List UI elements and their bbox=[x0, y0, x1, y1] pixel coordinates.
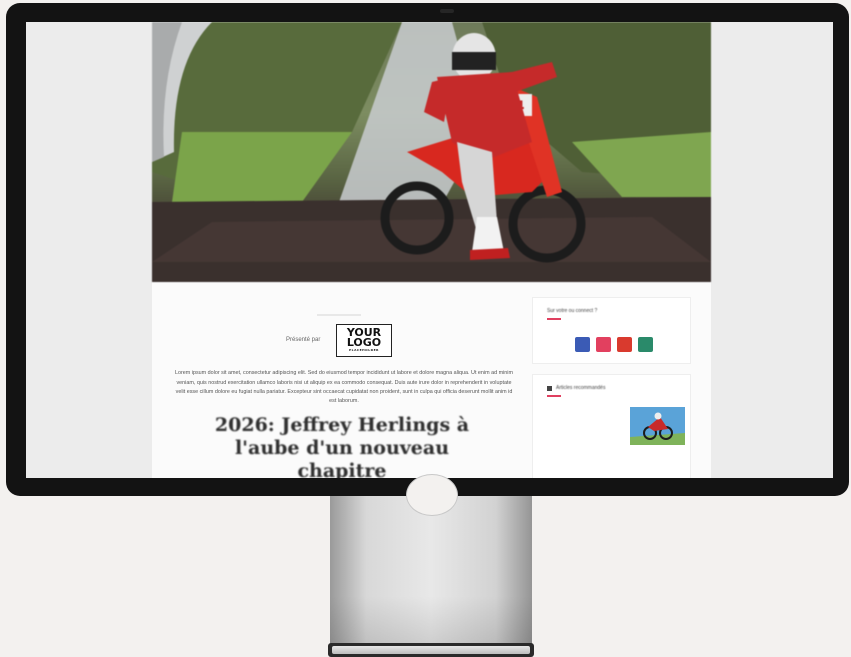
recommended-title: Articles recommandés bbox=[556, 385, 606, 391]
accent-underline bbox=[547, 395, 561, 397]
stand-cable-hole bbox=[406, 474, 458, 516]
motocross-rider-image: 84 bbox=[152, 22, 711, 282]
web-page: 84 Présenté par YOUR LOGO PLACEH bbox=[152, 22, 711, 478]
monitor-base-plate bbox=[332, 646, 530, 654]
intro-paragraph: Lorem ipsum dolor sit amet, consectetur … bbox=[175, 370, 513, 404]
list-icon bbox=[547, 386, 552, 391]
social-card: Sur votre ou connect ? bbox=[532, 297, 691, 364]
monitor-frame: 84 Présenté par YOUR LOGO PLACEH bbox=[6, 3, 849, 496]
camera-dot bbox=[440, 9, 454, 13]
recommended-article-date bbox=[547, 439, 548, 444]
monitor-base bbox=[328, 643, 534, 657]
youtube-icon[interactable] bbox=[617, 337, 632, 352]
rider-thumbnail-image bbox=[630, 407, 685, 445]
recommended-article-title[interactable] bbox=[547, 407, 615, 415]
logo-text-placeholder: PLACEHOLDER bbox=[348, 348, 379, 352]
accent-underline bbox=[547, 318, 561, 320]
divider bbox=[317, 314, 361, 316]
monitor-screen: 84 Présenté par YOUR LOGO PLACEH bbox=[26, 22, 833, 478]
hero-photo: 84 bbox=[152, 22, 711, 282]
monitor-stand bbox=[330, 474, 532, 648]
share-icon[interactable] bbox=[638, 337, 653, 352]
social-card-title: Sur votre ou connect ? bbox=[547, 308, 598, 314]
sponsor-logo[interactable]: YOUR LOGO PLACEHOLDER bbox=[336, 324, 392, 357]
logo-text-logo: LOGO bbox=[346, 336, 382, 349]
article-subtitle bbox=[174, 469, 514, 475]
recommended-article-excerpt bbox=[547, 453, 685, 460]
facebook-icon[interactable] bbox=[575, 337, 590, 352]
recommended-articles-card: Articles recommandés bbox=[532, 374, 691, 478]
instagram-icon[interactable] bbox=[596, 337, 611, 352]
recommended-article-thumbnail[interactable] bbox=[630, 407, 685, 445]
presented-by-label: Présenté par bbox=[286, 337, 321, 343]
stand-shadow bbox=[330, 596, 532, 648]
